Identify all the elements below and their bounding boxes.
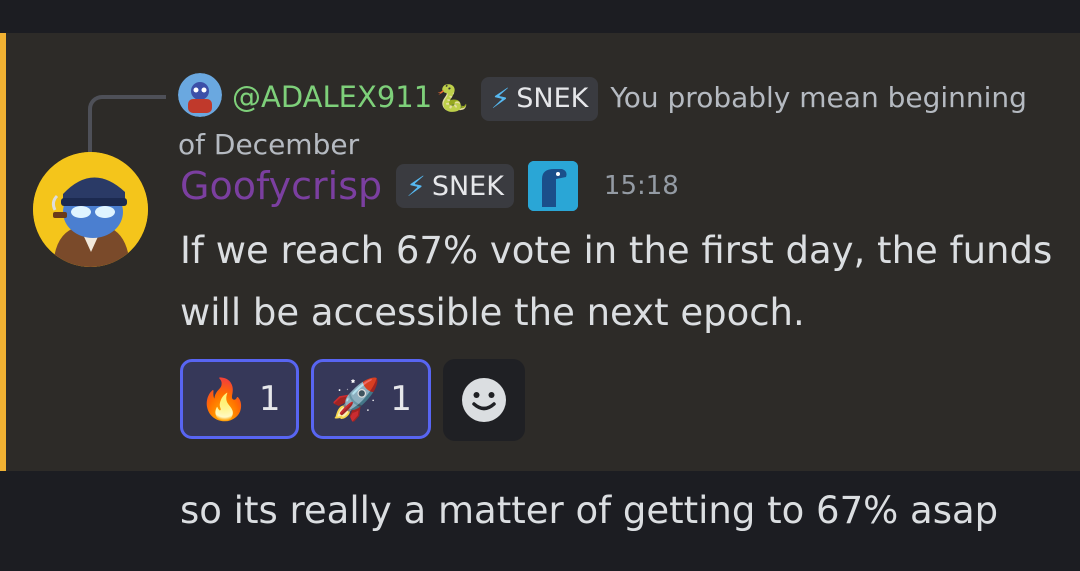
reactions-bar: 🔥 1 🚀 1 — [180, 359, 525, 441]
rocket-icon: 🚀 — [330, 376, 381, 423]
reaction-count: 1 — [390, 379, 412, 419]
add-reaction-button[interactable] — [442, 359, 525, 441]
message-content: If we reach 67% vote in the first day, t… — [180, 229, 1053, 334]
server-tag[interactable]: ⚡ SNEK — [396, 164, 514, 208]
lightning-icon: ⚡ — [490, 82, 511, 115]
author-username[interactable]: Goofycrisp — [180, 164, 382, 208]
next-message-content: so its really a matter of getting to 67%… — [180, 489, 999, 532]
fire-icon: 🔥 — [199, 376, 249, 423]
avatar[interactable] — [33, 152, 148, 267]
reply-server-tag[interactable]: ⚡ SNEK — [480, 77, 599, 121]
snake-emoji: 🐍 — [436, 84, 469, 114]
reaction-rocket[interactable]: 🚀 1 — [311, 359, 431, 439]
timestamp[interactable]: 15:18 — [604, 171, 679, 201]
mention-highlight-bar — [0, 33, 6, 471]
role-icon[interactable] — [527, 161, 578, 211]
reply-username[interactable]: @ADALEX911 — [232, 80, 432, 114]
smiley-icon — [461, 378, 506, 422]
reaction-count: 1 — [258, 379, 281, 419]
reply-avatar[interactable] — [178, 73, 222, 117]
tag-label: SNEK — [431, 170, 504, 202]
reaction-fire[interactable]: 🔥 1 — [180, 359, 300, 439]
reply-preview[interactable]: @ADALEX911 🐍 ⚡ SNEK You probably mean beginn… — [178, 73, 1058, 168]
reply-tag-label: SNEK — [516, 83, 589, 114]
lightning-icon: ⚡ — [406, 169, 426, 203]
message-header: Goofycrisp ⚡ SNEK 15:18 — [180, 156, 679, 216]
